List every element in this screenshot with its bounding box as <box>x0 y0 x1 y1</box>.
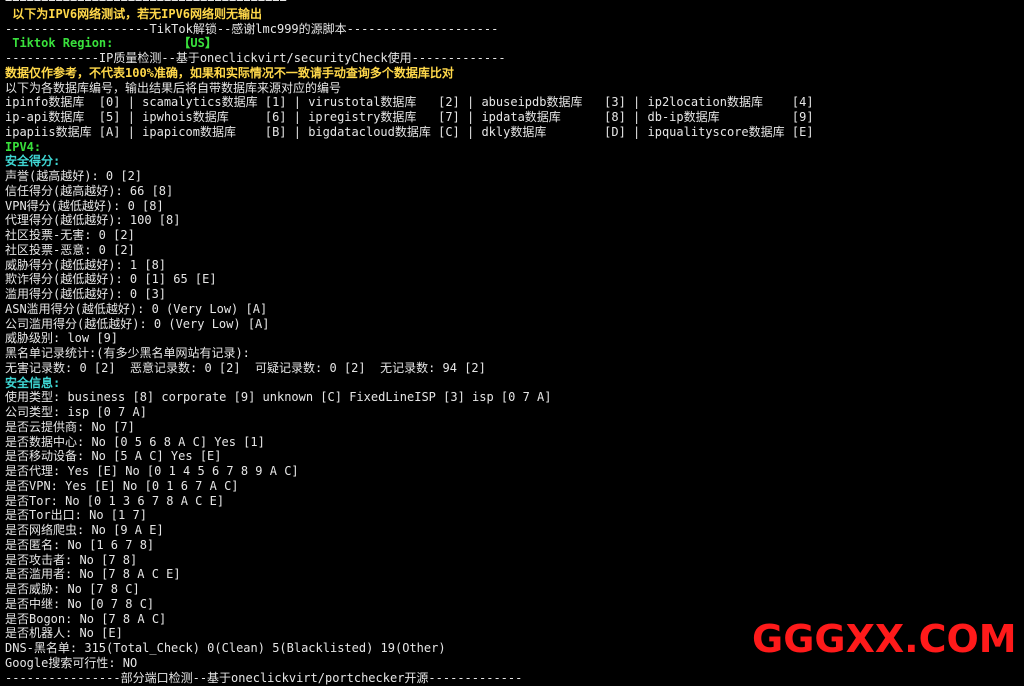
terminal-line: ASN滥用得分(越低越好): 0 (Very Low) [A] <box>5 301 268 316</box>
terminal-line: 是否网络爬虫: No [9 A E] <box>5 523 164 537</box>
terminal-line: 是否云提供商: No [7] <box>5 419 135 434</box>
terminal-line: 是否匿名: No [1 6 7 8] <box>5 537 155 552</box>
terminal-line: 声誉(越高越好): 0 [2] <box>5 169 143 183</box>
terminal-line: 是否攻击者: No [7 8] <box>5 552 138 567</box>
terminal-line: --------------------TikTok解锁--感谢lmc999的源… <box>5 21 499 36</box>
terminal-line: 公司滥用得分(越低越好): 0 (Very Low) [A] <box>5 316 270 331</box>
terminal-line: VPN得分(越低越好): 0 [8] <box>5 198 164 213</box>
terminal-line: -------------IP质量检测--基于oneclickvirt/secu… <box>5 51 506 65</box>
terminal-line: 是否VPN: Yes [E] No [0 1 6 7 A C] <box>5 478 239 493</box>
terminal-line: 是否移动设备: No [5 A C] Yes [E] <box>5 449 222 464</box>
terminal-line: 是否数据中心: No [0 5 6 8 A C] Yes [1] <box>5 434 265 449</box>
terminal-line: 是否中继: No [0 7 8 C] <box>5 596 155 611</box>
terminal-line: 欺诈得分(越低越好): 0 [1] 65 [E] <box>5 272 217 287</box>
terminal-line: ======================================= <box>5 0 1024 7</box>
terminal-line: 社区投票-恶意: 0 [2] <box>5 242 135 257</box>
terminal-line: ipinfo数据库 [0] | scamalytics数据库 [1] | vir… <box>5 95 814 110</box>
terminal-output[interactable]: ======================================= … <box>0 0 1024 686</box>
site-watermark: GGGXX.COM <box>752 617 1017 661</box>
terminal-line: 社区投票-无害: 0 [2] <box>5 228 135 242</box>
terminal-line: 是否代理: Yes [E] No [0 1 4 5 6 7 8 9 A C] <box>5 464 299 478</box>
terminal-line: Tiktok Region: 【US】 <box>5 36 217 51</box>
terminal-line: 威胁得分(越低越好): 1 [8] <box>5 257 167 272</box>
terminal-line: 威胁级别: low [9] <box>5 331 119 346</box>
terminal-line: 滥用得分(越低越好): 0 [3] <box>5 287 167 301</box>
terminal-line: IPV4: <box>5 139 42 154</box>
terminal-line: 安全信息: <box>5 375 61 390</box>
terminal-line: 黑名单记录统计:(有多少黑名单网站有记录): <box>5 346 250 360</box>
terminal-line: ----------------部分端口检测--基于oneclickvirt/p… <box>5 670 523 685</box>
terminal-line: 安全得分: <box>5 154 61 169</box>
terminal-line: 是否威胁: No [7 8 C] <box>5 582 140 596</box>
terminal-line: 是否Tor: No [0 1 3 6 7 8 A C E] <box>5 493 225 508</box>
terminal-line: ipapiis数据库 [A] | ipapicom数据库 [B] | bigda… <box>5 124 814 139</box>
terminal-line: 是否滥用者: No [7 8 A C E] <box>5 567 181 582</box>
terminal-line: ip-api数据库 [5] | ipwhois数据库 [6] | ipregis… <box>5 110 814 124</box>
terminal-line: 代理得分(越低越好): 100 [8] <box>5 213 181 228</box>
terminal-line: 公司类型: isp [0 7 A] <box>5 405 147 419</box>
terminal-line: 以下为IPV6网络测试，若无IPV6网络则无输出 <box>5 6 263 21</box>
terminal-line: 无害记录数: 0 [2] 恶意记录数: 0 [2] 可疑记录数: 0 [2] 无… <box>5 360 486 375</box>
terminal-line: 使用类型: business [8] corporate [9] unknown… <box>5 390 552 405</box>
terminal-line: 数据仅作参考，不代表100%准确，如果和实际情况不一致请手动查询多个数据库比对 <box>5 65 454 80</box>
terminal-line: 是否Tor出口: No [1 7] <box>5 508 147 523</box>
terminal-line: 信任得分(越高越好): 66 [8] <box>5 183 174 198</box>
terminal-line: 以下为各数据库编号，输出结果后将自带数据库来源对应的编号 <box>5 80 342 95</box>
